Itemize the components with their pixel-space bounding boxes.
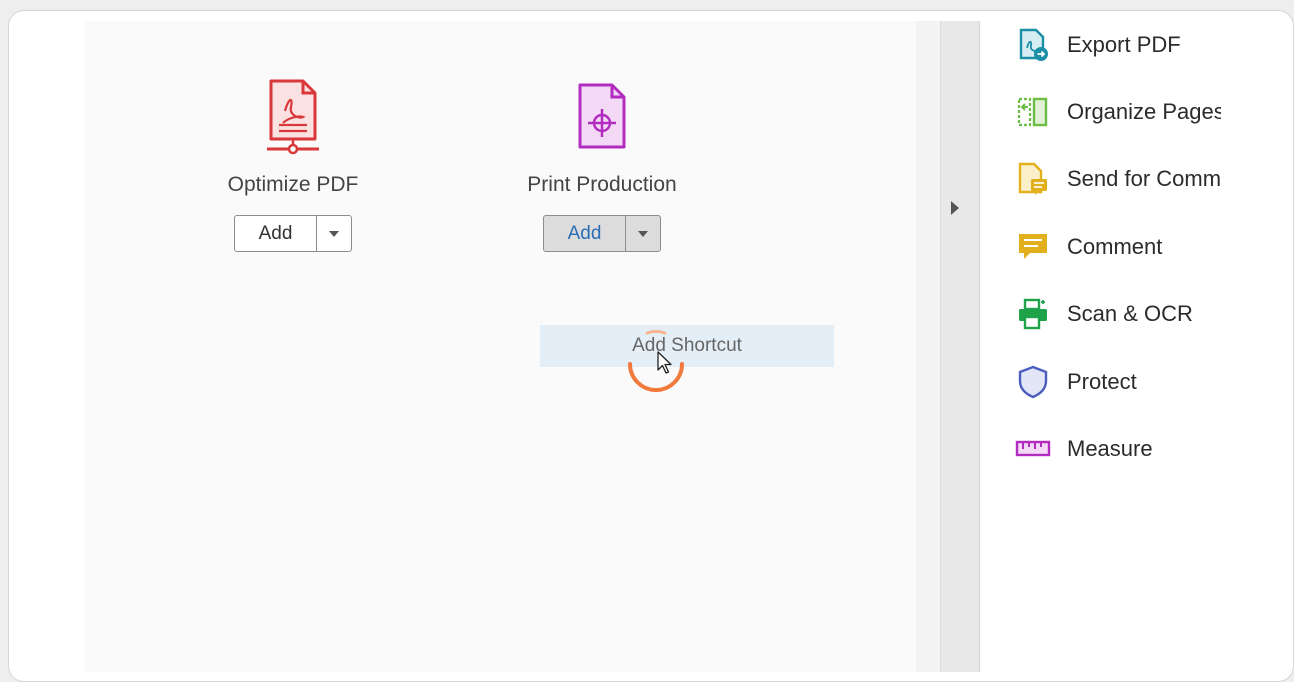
print-production-add-dropdown[interactable] <box>626 216 660 251</box>
measure-icon <box>1015 431 1051 467</box>
chevron-down-icon <box>638 230 648 237</box>
tool-card-print-production: Print Production Add <box>482 21 722 281</box>
scan-ocr-icon <box>1015 296 1051 332</box>
optimize-pdf-add-button[interactable]: Add <box>235 216 317 251</box>
right-panel-item-organize-pages[interactable]: Organize Pages <box>1015 92 1221 132</box>
print-production-add-split-button: Add <box>543 215 661 252</box>
tool-card-optimize-pdf: Optimize PDF Add <box>173 21 413 281</box>
right-panel-label: Comment <box>1067 234 1163 259</box>
right-panel-label: Measure <box>1067 436 1153 461</box>
divider-column <box>916 21 941 672</box>
right-panel-item-measure[interactable]: Measure <box>1015 429 1153 469</box>
tools-viewport: Optimize PDF Add Print Production Add Ad… <box>84 21 1221 672</box>
pane-divider <box>916 21 980 672</box>
right-panel-label: Protect <box>1067 369 1137 394</box>
right-panel-item-scan-ocr[interactable]: Scan & OCR <box>1015 294 1193 334</box>
organize-pages-icon <box>1015 94 1051 130</box>
right-panel-item-comment[interactable]: Comment <box>1015 227 1162 267</box>
tools-center: Optimize PDF Add Print Production Add Ad… <box>84 21 932 672</box>
right-panel-item-protect[interactable]: Protect <box>1015 362 1137 402</box>
app-window: Optimize PDF Add Print Production Add Ad… <box>8 10 1294 682</box>
protect-icon <box>1015 364 1051 400</box>
print-production-icon <box>572 81 632 158</box>
comment-icon <box>1015 229 1051 265</box>
print-production-add-button[interactable]: Add <box>544 216 626 251</box>
optimize-pdf-add-dropdown[interactable] <box>317 216 351 251</box>
send-for-comment-icon <box>1015 161 1051 197</box>
right-panel-label: Send for Comm <box>1067 166 1221 191</box>
right-panel-label: Organize Pages <box>1067 99 1221 124</box>
mouse-cursor-icon <box>657 351 673 380</box>
optimize-pdf-icon <box>263 77 323 162</box>
optimize-pdf-add-split-button: Add <box>234 215 352 252</box>
right-panel-label: Scan & OCR <box>1067 301 1193 326</box>
expand-arrow-icon[interactable] <box>951 201 959 215</box>
right-tools-panel: Export PDF Organize Pages Send for Comm … <box>981 21 1221 672</box>
right-panel-item-export-pdf[interactable]: Export PDF <box>1015 25 1181 65</box>
collapse-handle[interactable] <box>941 21 980 672</box>
right-panel-label: Export PDF <box>1067 32 1181 57</box>
right-panel-item-send-for-comment[interactable]: Send for Comm <box>1015 159 1221 199</box>
export-pdf-icon <box>1015 27 1051 63</box>
tool-title-print-production: Print Production <box>527 173 677 196</box>
tool-title-optimize-pdf: Optimize PDF <box>227 173 359 196</box>
loading-spinner-icon <box>621 323 691 393</box>
chevron-down-icon <box>329 230 339 237</box>
